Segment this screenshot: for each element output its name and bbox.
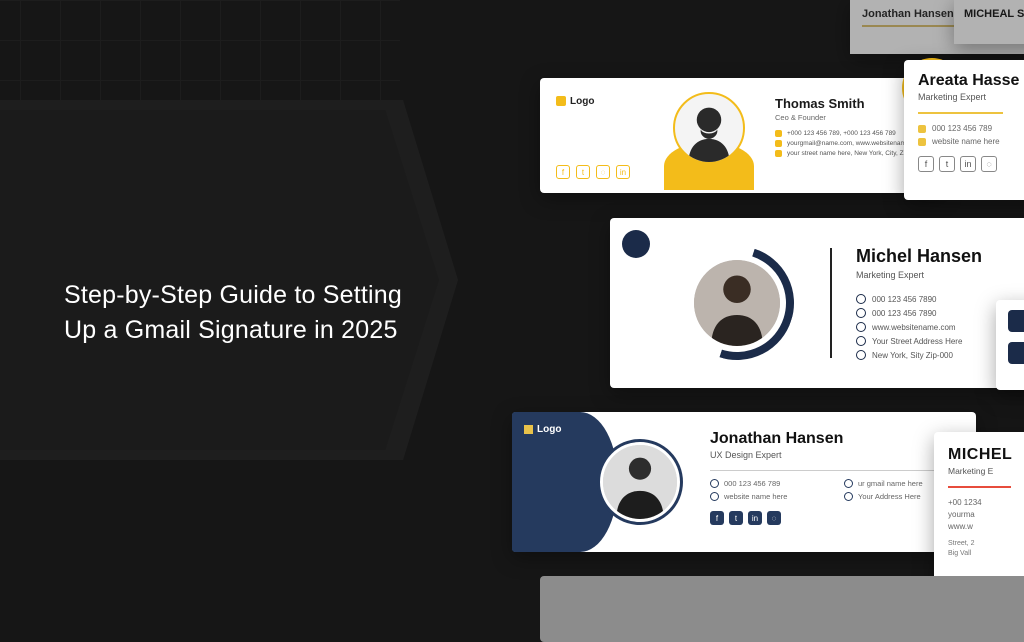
facebook-icon: f	[918, 156, 934, 172]
card-top-micheal: MICHEAL S	[954, 0, 1024, 44]
phone-line: 000 123 456 789	[710, 479, 828, 488]
twitter-icon: t	[729, 511, 743, 525]
name-label: MICHEL	[948, 446, 1024, 464]
name-label: Michel Hansen	[856, 246, 1024, 267]
role-label: Marketing Expert	[856, 270, 1024, 280]
logo-label: Logo	[524, 424, 561, 435]
avatar-wrap	[664, 90, 754, 180]
vertical-divider	[830, 248, 832, 358]
name-label: Jonathan Hansen	[710, 430, 962, 448]
twitter-icon: t	[939, 156, 955, 172]
card-thomas-smith: Logo f t ◌ in Thomas Smith Ceo & Founder…	[540, 78, 942, 193]
accent-bar	[948, 486, 1011, 488]
card-areata: Areata Hasse Marketing Expert 000 123 45…	[904, 60, 1024, 200]
signature-cards-region: Jonathan Hansen MICHEAL S Logo f t ◌ in …	[480, 0, 1024, 642]
role-label: UX Design Expert	[710, 450, 962, 460]
linkedin-icon: in	[960, 156, 976, 172]
avatar	[600, 442, 680, 522]
phone-line: +00 1234	[948, 498, 1024, 507]
dot-decoration	[622, 230, 650, 258]
avatar-ring	[680, 246, 794, 360]
email-line: yourma	[948, 510, 1024, 519]
address-block: Street, 2 Big Vall	[948, 539, 1024, 559]
accent-bar	[862, 25, 956, 27]
linkedin-icon: in	[616, 165, 630, 179]
avatar	[673, 92, 745, 164]
site-line: website name here	[918, 137, 1024, 146]
card-michel-hansen: Michel Hansen Marketing Expert 000 123 4…	[610, 218, 1024, 388]
name-label: MICHEAL S	[964, 8, 1024, 20]
facebook-icon: f	[556, 165, 570, 179]
card-bottom-partial	[540, 576, 1024, 642]
phone-line: 000 123 456 789	[918, 124, 1024, 133]
role-label: Marketing Expert	[918, 92, 1024, 102]
instagram-icon: ◌	[596, 165, 610, 179]
instagram-icon: ◌	[981, 156, 997, 172]
linkedin-icon: in	[748, 511, 762, 525]
card-jonathan-hansen: Logo Jonathan Hansen UX Design Expert 00…	[512, 412, 976, 552]
facebook-icon: f	[710, 511, 724, 525]
role-label: Marketing E	[948, 466, 1024, 476]
social-column	[996, 300, 1024, 390]
page-title: Step-by-Step Guide to Setting Up a Gmail…	[64, 278, 434, 347]
divider	[710, 470, 962, 471]
social-icons-row: f t in ◌	[710, 511, 962, 525]
avatar	[694, 260, 780, 346]
site-line: website name here	[710, 492, 828, 501]
social-square-icon	[1008, 342, 1024, 364]
accent-bar	[918, 112, 1003, 114]
social-square-icon	[1008, 310, 1024, 332]
instagram-icon: ◌	[767, 511, 781, 525]
info-block: Jonathan Hansen UX Design Expert 000 123…	[710, 430, 962, 525]
twitter-icon: t	[576, 165, 590, 179]
social-icons-row: f t ◌ in	[556, 165, 630, 179]
name-label: Areata Hasse	[918, 72, 1024, 90]
social-icons-row: f t in ◌	[918, 156, 1024, 172]
site-line: www.w	[948, 522, 1024, 531]
logo-label: Logo	[556, 96, 594, 107]
